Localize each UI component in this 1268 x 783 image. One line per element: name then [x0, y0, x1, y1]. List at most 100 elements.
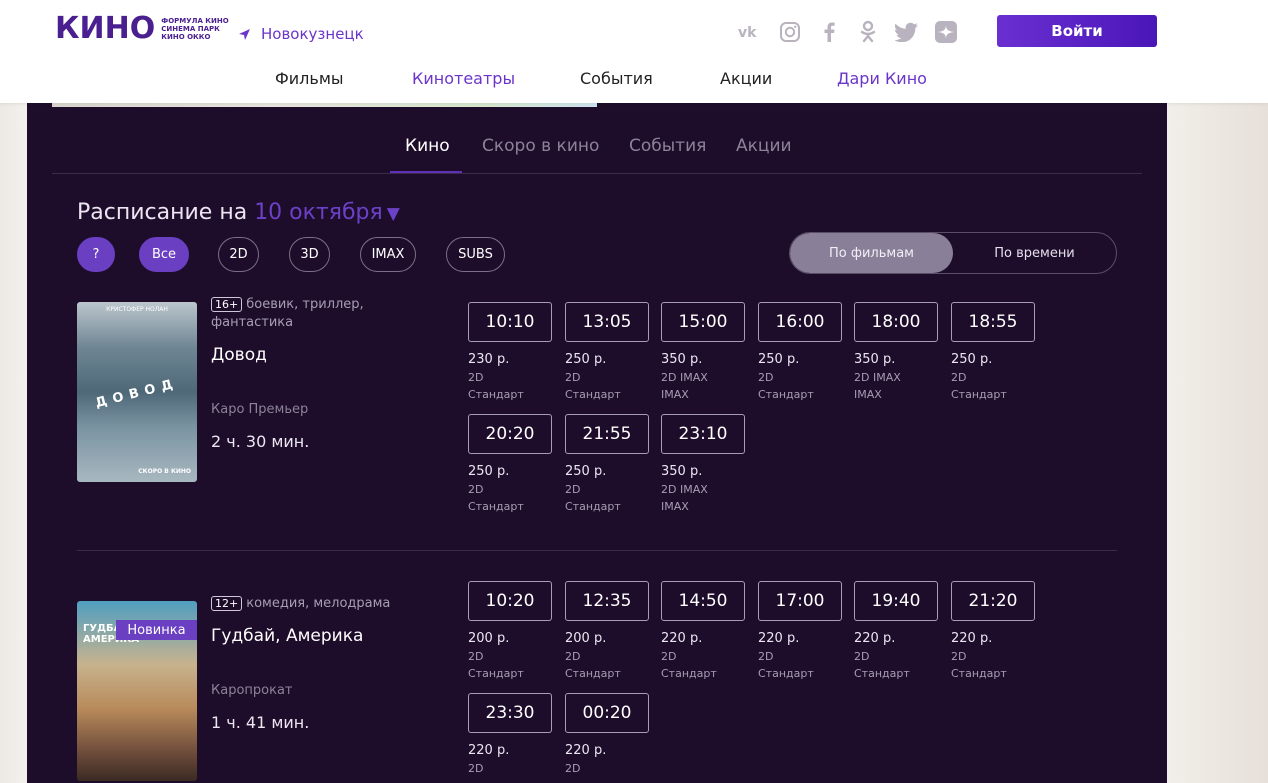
filter-2d[interactable]: 2D	[218, 237, 259, 272]
session-time-button[interactable]: 21:20	[951, 581, 1035, 621]
session-format: 2D	[468, 762, 484, 775]
filter-all[interactable]: Все	[139, 237, 189, 272]
movie-title[interactable]: Гудбай, Америка	[211, 626, 363, 646]
session-hall: Стандарт	[758, 388, 814, 401]
session-time-button[interactable]: 16:00	[758, 302, 842, 342]
session-time-button[interactable]: 18:00	[854, 302, 938, 342]
session-time-button[interactable]: 17:00	[758, 581, 842, 621]
help-filter-button[interactable]: ?	[77, 237, 115, 272]
session-price: 220 р.	[565, 743, 607, 758]
session-card: 19:40 220 р. 2D Стандарт	[854, 581, 938, 682]
session-card: 12:35 200 р. 2D Стандарт	[565, 581, 649, 682]
nav-events[interactable]: События	[580, 69, 653, 88]
odnoklassniki-icon[interactable]	[855, 19, 881, 45]
instagram-icon[interactable]	[777, 19, 803, 45]
session-time-button[interactable]: 18:55	[951, 302, 1035, 342]
session-hall: IMAX	[661, 500, 689, 513]
twitter-icon[interactable]	[894, 19, 920, 45]
session-time-button[interactable]: 12:35	[565, 581, 649, 621]
session-card: 17:00 220 р. 2D Стандарт	[758, 581, 842, 682]
location-arrow-icon	[239, 28, 250, 40]
logo-subtitle: ФОРМУЛА КИНО СИНЕМА ПАРК КИНО ОККО	[161, 17, 229, 41]
chevron-down-icon[interactable]: ▼	[387, 204, 400, 224]
filter-subs[interactable]: SUBS	[446, 237, 505, 272]
session-price: 350 р.	[661, 352, 703, 367]
session-hall: Стандарт	[951, 388, 1007, 401]
session-time-button[interactable]: 23:30	[468, 693, 552, 733]
nav-gift-cards[interactable]: Дари Кино	[837, 69, 927, 88]
movie-title[interactable]: Довод	[211, 345, 267, 365]
session-price: 220 р.	[758, 631, 800, 646]
facebook-icon[interactable]	[816, 19, 842, 45]
logo-text: КИНО	[55, 11, 156, 46]
session-format: 2D	[468, 483, 484, 496]
tabs-divider	[52, 173, 1142, 174]
session-format: 2D	[758, 371, 774, 384]
session-hall: Стандарт	[565, 667, 621, 680]
session-card: 15:00 350 р. 2D IMAX IMAX	[661, 302, 745, 403]
tab-coming-soon[interactable]: Скоро в кино	[482, 136, 599, 156]
session-price: 220 р.	[951, 631, 993, 646]
filter-3d[interactable]: 3D	[289, 237, 330, 272]
view-by-film[interactable]: По фильмам	[790, 233, 953, 273]
session-time-button[interactable]: 10:20	[468, 581, 552, 621]
session-format: 2D	[854, 650, 870, 663]
tab-cinema[interactable]: Кино	[405, 136, 450, 156]
session-hall: Стандарт	[951, 667, 1007, 680]
nav-promos[interactable]: Акции	[720, 69, 772, 88]
session-time-button[interactable]: 13:05	[565, 302, 649, 342]
session-hall: IMAX	[854, 388, 882, 401]
session-hall: Стандарт	[854, 667, 910, 680]
date-picker[interactable]: 10 октября	[254, 200, 383, 225]
session-hall: Стандарт	[661, 667, 717, 680]
view-toggle: По фильмам По времени	[789, 232, 1117, 274]
session-time-button[interactable]: 10:10	[468, 302, 552, 342]
movie-distributor: Каропрокат	[211, 683, 293, 698]
session-format: 2D	[565, 650, 581, 663]
session-card: 14:50 220 р. 2D Стандарт	[661, 581, 745, 682]
session-format: 2D	[951, 371, 967, 384]
movie-genres: 16+ боевик, триллер, фантастика	[211, 297, 364, 330]
session-format: 2D	[468, 371, 484, 384]
city-selector[interactable]: Новокузнецк	[238, 25, 364, 43]
age-rating-badge: 12+	[211, 596, 243, 611]
session-time-button[interactable]: 14:50	[661, 581, 745, 621]
zen-icon[interactable]	[933, 19, 959, 45]
session-time-button[interactable]: 21:55	[565, 414, 649, 454]
session-time-button[interactable]: 00:20	[565, 693, 649, 733]
main-nav: Фильмы Кинотеатры События Акции Дари Кин…	[0, 69, 1268, 91]
tab-promos[interactable]: Акции	[736, 136, 792, 156]
tab-events[interactable]: События	[629, 136, 706, 156]
session-format: 2D	[565, 762, 581, 775]
movie-poster[interactable]: КРИСТОФЕР НОЛАН ДОВОД СКОРО В КИНО	[77, 302, 197, 482]
logo[interactable]: КИНО ФОРМУЛА КИНО СИНЕМА ПАРК КИНО ОККО	[55, 14, 229, 44]
nav-films[interactable]: Фильмы	[275, 69, 344, 88]
movie-genres: 12+ комедия, мелодрама	[211, 595, 411, 613]
session-format: 2D IMAX	[661, 371, 708, 384]
session-card: 21:55 250 р. 2D Стандарт	[565, 414, 649, 515]
session-format: 2D	[565, 371, 581, 384]
session-card: 00:20 220 р. 2D	[565, 693, 649, 777]
login-button[interactable]: Войти	[997, 15, 1157, 47]
session-time-button[interactable]: 23:10	[661, 414, 745, 454]
movie-distributor: Каро Премьер	[211, 402, 309, 417]
session-hall: Стандарт	[565, 500, 621, 513]
view-by-time[interactable]: По времени	[953, 233, 1116, 273]
session-price: 200 р.	[565, 631, 607, 646]
vk-icon[interactable]: vk	[738, 19, 764, 45]
session-card: 10:20 200 р. 2D Стандарт	[468, 581, 552, 682]
session-time-button[interactable]: 19:40	[854, 581, 938, 621]
session-hall: Стандарт	[468, 388, 524, 401]
session-time-button[interactable]: 15:00	[661, 302, 745, 342]
session-price: 230 р.	[468, 352, 510, 367]
svg-text:vk: vk	[738, 25, 757, 40]
filter-imax[interactable]: IMAX	[360, 237, 416, 272]
session-hall: IMAX	[661, 388, 689, 401]
session-time-button[interactable]: 20:20	[468, 414, 552, 454]
session-format: 2D	[565, 483, 581, 496]
movie-divider	[77, 550, 1117, 551]
session-card: 16:00 250 р. 2D Стандарт	[758, 302, 842, 403]
nav-cinemas[interactable]: Кинотеатры	[412, 69, 515, 88]
session-hall: Стандарт	[468, 667, 524, 680]
session-hall: Стандарт	[565, 388, 621, 401]
